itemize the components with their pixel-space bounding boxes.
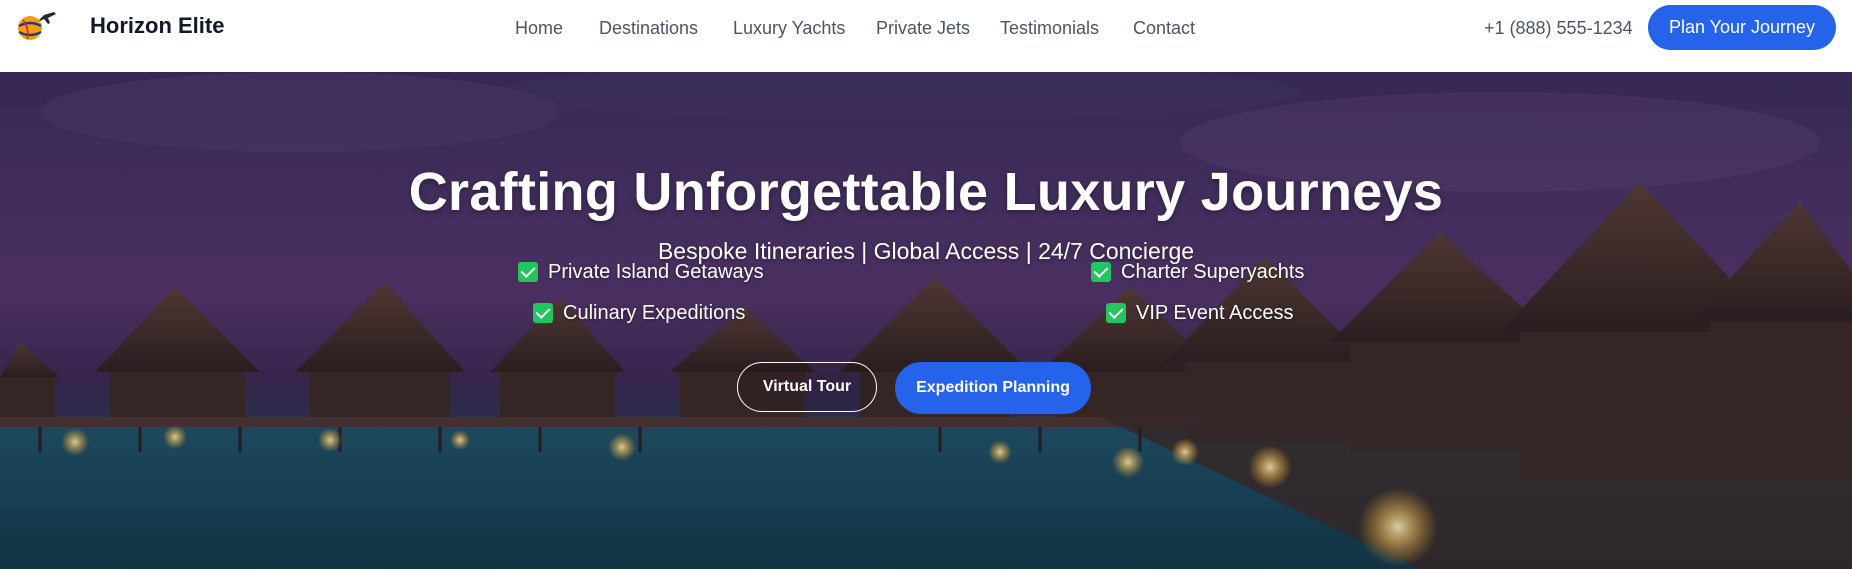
hero-section: Crafting Unforgettable Luxury Journeys B…: [0, 72, 1852, 569]
nav-luxury-yachts[interactable]: Luxury Yachts: [733, 16, 845, 40]
feature-culinary-expeditions: Culinary Expeditions: [533, 300, 745, 326]
page-below-hero: [0, 569, 1852, 578]
hero-title: Crafting Unforgettable Luxury Journeys: [408, 162, 1444, 222]
hero-subtitle: Bespoke Itineraries | Global Access | 24…: [657, 238, 1195, 264]
virtual-tour-button[interactable]: Virtual Tour: [737, 362, 877, 412]
nav-destinations[interactable]: Destinations: [599, 16, 698, 40]
navbar: Horizon Elite Home Destinations Luxury Y…: [0, 0, 1852, 72]
check-icon: [533, 303, 553, 323]
hero-background-image: [0, 72, 1852, 569]
feature-private-island: Private Island Getaways: [518, 259, 764, 285]
feature-charter-superyachts: Charter Superyachts: [1091, 259, 1304, 285]
feature-label: VIP Event Access: [1136, 302, 1294, 324]
nav-testimonials[interactable]: Testimonials: [1000, 16, 1099, 40]
feature-label: Culinary Expeditions: [563, 302, 746, 324]
nav-home[interactable]: Home: [515, 16, 563, 40]
expedition-planning-button[interactable]: Expedition Planning: [895, 362, 1091, 414]
feature-vip-event-access: VIP Event Access: [1106, 300, 1294, 326]
nav-private-jets[interactable]: Private Jets: [876, 16, 970, 40]
check-icon: [1106, 303, 1126, 323]
brand-name[interactable]: Horizon Elite: [90, 13, 224, 39]
plan-your-journey-button[interactable]: Plan Your Journey: [1648, 5, 1836, 50]
nav-contact[interactable]: Contact: [1133, 16, 1195, 40]
feature-label: Private Island Getaways: [548, 261, 764, 283]
feature-label: Charter Superyachts: [1121, 261, 1305, 283]
globe-airplane-icon[interactable]: [14, 8, 58, 44]
phone-number[interactable]: +1 (888) 555-1234: [1484, 16, 1633, 40]
check-icon: [1091, 262, 1111, 282]
check-icon: [518, 262, 538, 282]
